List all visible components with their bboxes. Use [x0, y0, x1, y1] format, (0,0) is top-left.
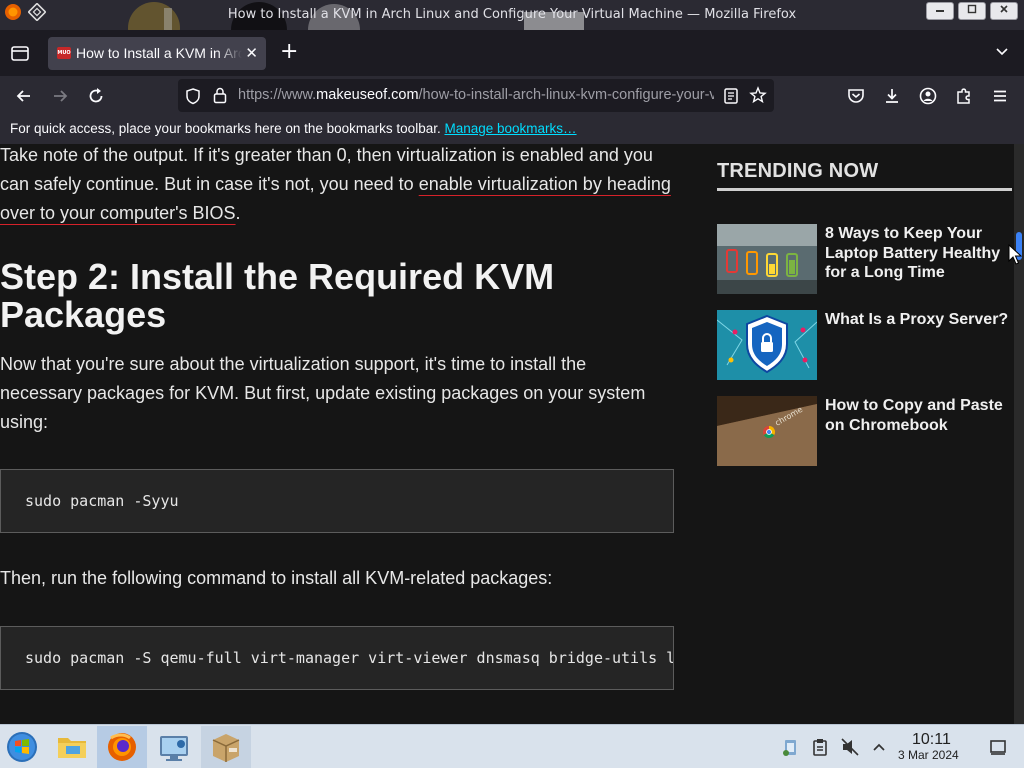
paragraph-virtualization-check: Take note of the output. If it's greater…	[0, 144, 680, 228]
package-box-icon	[212, 734, 240, 762]
window-title: How to Install a KVM in Arch Linux and C…	[227, 7, 797, 22]
muo-favicon-icon: MUO	[57, 47, 71, 59]
url-text[interactable]: https://www.makeuseof.com/how-to-install…	[238, 87, 714, 103]
paragraph-update-packages: Now that you're sure about the virtualiz…	[0, 354, 646, 432]
paragraph-install-command: Then, run the following command to insta…	[0, 568, 553, 588]
trending-item-title[interactable]: How to Copy and Paste on Chromebook	[825, 396, 1014, 435]
tab-strip: MUO How to Install a KVM in Arch Linux ✕…	[0, 30, 1024, 76]
maximize-icon	[967, 4, 977, 14]
manage-bookmarks-link[interactable]: Manage bookmarks…	[444, 121, 576, 136]
tab-active[interactable]: MUO How to Install a KVM in Arch Linux ✕	[48, 37, 266, 70]
system-settings-icon[interactable]	[150, 726, 198, 768]
url-prefix: https://www.	[238, 87, 317, 103]
minimize-button[interactable]	[926, 2, 954, 20]
tab-close-icon[interactable]: ✕	[245, 44, 258, 62]
file-manager-icon[interactable]	[48, 726, 96, 768]
trending-item-title[interactable]: 8 Ways to Keep Your Laptop Battery Healt…	[825, 224, 1014, 283]
code-block-install[interactable]: sudo pacman -S qemu-full virt-manager vi…	[0, 626, 674, 690]
clock-date[interactable]: 3 Mar 2024	[898, 748, 959, 762]
bookmarks-hint-text: For quick access, place your bookmarks h…	[10, 121, 441, 136]
close-window-button[interactable]	[990, 2, 1018, 20]
chevron-up-icon[interactable]	[869, 737, 889, 757]
trending-divider	[717, 188, 1012, 191]
back-arrow-icon[interactable]	[14, 86, 34, 106]
maximize-button[interactable]	[958, 2, 986, 20]
download-icon[interactable]	[882, 86, 902, 106]
package-manager-taskbar-button[interactable]	[201, 726, 251, 768]
paragraph-text-end: .	[235, 203, 241, 223]
taskbar: 10:11 3 Mar 2024	[0, 724, 1024, 768]
firefox-icon	[108, 733, 136, 761]
trending-item[interactable]: chrome How to Copy and Paste on Chromebo…	[717, 396, 1014, 466]
start-menu-icon[interactable]	[0, 726, 48, 768]
firefox-taskbar-button[interactable]	[97, 726, 147, 768]
window-controls	[926, 2, 1018, 20]
clock-time[interactable]: 10:11	[912, 731, 951, 749]
reader-view-icon[interactable]	[723, 87, 739, 105]
minimize-icon	[936, 10, 944, 12]
extensions-puzzle-icon[interactable]	[954, 86, 974, 106]
chevron-down-icon[interactable]	[994, 44, 1010, 60]
forward-arrow-icon[interactable]	[50, 86, 70, 106]
new-tab-button[interactable]: +	[280, 41, 298, 63]
tab-title: How to Install a KVM in Arch Linux	[76, 45, 242, 61]
clipboard-icon[interactable]	[810, 737, 830, 757]
chromebook-thumbnail-image[interactable]: chrome	[717, 396, 817, 466]
show-desktop-icon[interactable]	[988, 737, 1008, 757]
trending-item[interactable]: 8 Ways to Keep Your Laptop Battery Healt…	[717, 224, 1014, 294]
page-scrollbar[interactable]	[1014, 144, 1024, 724]
battery-thumbnail-image[interactable]	[717, 224, 817, 294]
trending-item[interactable]: What Is a Proxy Server?	[717, 310, 1014, 380]
pocket-icon[interactable]	[846, 86, 866, 106]
navigation-toolbar: https://www.makeuseof.com/how-to-install…	[0, 76, 1024, 116]
page-content: Take note of the output. If it's greater…	[0, 144, 1014, 724]
hamburger-menu-icon[interactable]	[990, 86, 1010, 106]
reload-icon[interactable]	[86, 86, 106, 106]
clipboard-tray-icon[interactable]	[780, 737, 800, 757]
volume-muted-icon[interactable]	[840, 737, 860, 757]
url-path: /how-to-install-arch-linux-kvm-configure…	[418, 87, 714, 103]
bookmarks-toolbar-message: For quick access, place your bookmarks h…	[10, 121, 577, 136]
bookmark-star-icon[interactable]	[749, 86, 767, 104]
account-icon[interactable]	[918, 86, 938, 106]
code-block-update[interactable]: sudo pacman -Syyu	[0, 469, 674, 533]
url-bar[interactable]: https://www.makeuseof.com/how-to-install…	[178, 79, 774, 112]
trending-title: TRENDING NOW	[717, 160, 879, 182]
section-heading: Step 2: Install the Required KVM Package…	[0, 256, 555, 335]
bookmarks-toolbar: For quick access, place your bookmarks h…	[0, 116, 1024, 144]
firefox-view-icon[interactable]	[10, 44, 30, 62]
window-titlebar: How to Install a KVM in Arch Linux and C…	[0, 0, 1024, 30]
mouse-cursor-icon	[1008, 244, 1022, 265]
trending-item-title[interactable]: What Is a Proxy Server?	[825, 310, 1014, 330]
shield-icon[interactable]	[184, 87, 202, 105]
proxy-shield-thumbnail-image[interactable]	[717, 310, 817, 380]
lock-icon[interactable]	[212, 86, 228, 104]
close-icon	[1000, 5, 1008, 13]
url-host: makeuseof.com	[316, 87, 419, 103]
